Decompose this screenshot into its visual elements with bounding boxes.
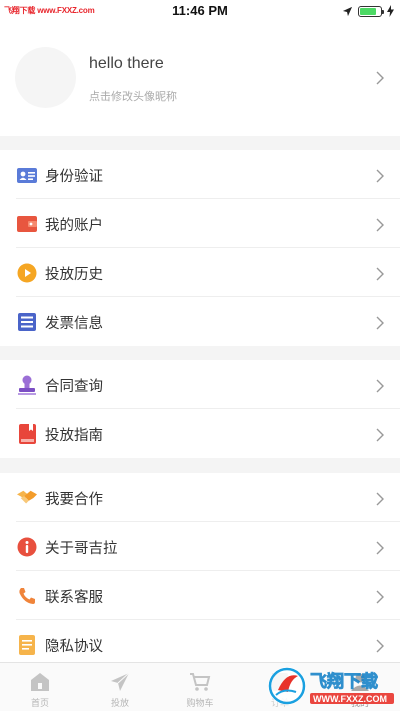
chevron-right-icon: [376, 491, 384, 510]
menu-item-label: 我的账户: [45, 218, 103, 234]
svg-text:WWW.FXXZ.COM: WWW.FXXZ.COM: [313, 694, 387, 704]
status-icons: [342, 4, 394, 18]
guide-book-icon: [17, 424, 37, 444]
menu-item-privacy-policy[interactable]: 隐私协议: [0, 620, 400, 662]
tab-label: 购物车: [186, 699, 214, 709]
id-card-icon: [17, 165, 37, 185]
status-bar: 飞翔下载 www.FXXZ.com 11:46 PM: [0, 0, 400, 22]
profile-header[interactable]: hello there 点击修改头像昵称: [0, 22, 400, 136]
profile-edit-hint: 点击修改头像昵称: [89, 90, 177, 103]
wallet-icon: [17, 214, 37, 234]
menu-item-label: 关于哥吉拉: [45, 541, 118, 557]
charging-bolt-icon: [387, 2, 394, 21]
profile-nickname: hello there: [89, 55, 164, 72]
menu-item-label: 投放历史: [45, 267, 103, 283]
avatar[interactable]: [15, 47, 76, 108]
paper-plane-icon: [110, 672, 130, 692]
handshake-icon: [17, 488, 37, 508]
menu-item-contract-query[interactable]: 合同查询: [0, 360, 400, 409]
menu-item-delivery-guide[interactable]: 投放指南: [0, 409, 400, 458]
section-gap: [0, 136, 400, 150]
invoice-icon: [17, 312, 37, 332]
cart-icon: [189, 672, 211, 692]
chevron-right-icon: [376, 589, 384, 608]
battery-fill: [360, 7, 376, 15]
menu-item-label: 隐私协议: [45, 639, 103, 655]
menu-item-label: 我要合作: [45, 492, 103, 508]
play-circle-icon: [17, 263, 37, 283]
menu-item-customer-service[interactable]: 联系客服: [0, 571, 400, 620]
chevron-right-icon: [376, 315, 384, 334]
location-arrow-icon: [342, 2, 353, 21]
section-gap: [0, 346, 400, 360]
menu-item-about[interactable]: 关于哥吉拉: [0, 522, 400, 571]
menu-item-label: 发票信息: [45, 316, 103, 332]
chevron-right-icon: [376, 168, 384, 187]
phone-icon: [17, 586, 37, 606]
menu-item-invoice-info[interactable]: 发票信息: [0, 297, 400, 346]
battery-icon: [358, 5, 384, 17]
menu-item-delivery-history[interactable]: 投放历史: [0, 248, 400, 297]
info-icon: [17, 537, 37, 557]
chevron-right-icon: [376, 427, 384, 446]
menu-item-label: 合同查询: [45, 379, 103, 395]
menu-item-identity-verification[interactable]: 身份验证: [0, 150, 400, 199]
chevron-right-icon: [376, 638, 384, 657]
chevron-right-icon: [376, 217, 384, 236]
tab-delivery[interactable]: 投放: [80, 663, 160, 711]
watermark-logo: 飞翔下载 WWW.FXXZ.COM: [262, 662, 400, 711]
chevron-right-icon: [376, 378, 384, 397]
tab-home[interactable]: 首页: [0, 663, 80, 711]
menu-item-label: 联系客服: [45, 590, 103, 606]
menu-item-cooperation[interactable]: 我要合作: [0, 473, 400, 522]
home-icon: [30, 672, 50, 692]
menu-item-my-account[interactable]: 我的账户: [0, 199, 400, 248]
tab-label: 投放: [110, 699, 129, 709]
section-gap: [0, 458, 400, 473]
status-time: 11:46 PM: [172, 3, 228, 18]
tab-label: 首页: [30, 699, 49, 709]
document-icon: [17, 635, 37, 655]
tab-cart[interactable]: 购物车: [160, 663, 240, 711]
chevron-right-icon: [376, 540, 384, 559]
stamp-icon: [17, 375, 37, 395]
svg-text:飞翔下载: 飞翔下载: [310, 671, 378, 692]
menu-item-label: 身份验证: [45, 169, 103, 185]
chevron-right-icon: [376, 266, 384, 285]
menu-item-label: 投放指南: [45, 428, 103, 444]
chevron-right-icon: [376, 70, 384, 89]
